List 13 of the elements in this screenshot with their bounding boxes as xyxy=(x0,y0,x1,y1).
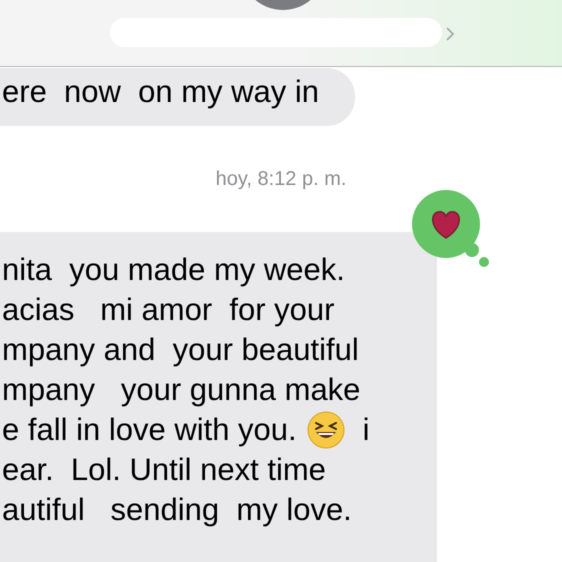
laughing-emoji-icon xyxy=(306,411,345,449)
message-text: mpany and your beautiful xyxy=(2,330,359,369)
message-text: e fall in love with you. xyxy=(2,410,297,449)
chevron-icon[interactable] xyxy=(444,26,456,42)
message-text: ear. Lol. Until next time xyxy=(2,450,326,489)
message-text: acias mi amor for your xyxy=(2,290,334,329)
message-text: autiful sending my love. xyxy=(2,490,352,529)
message-text: nita you made my week. xyxy=(2,250,345,289)
timestamp: hoy, 8:12 p. m. xyxy=(216,167,346,192)
heart-reaction-icon[interactable] xyxy=(410,188,490,268)
message-text: ere now on my way in xyxy=(2,72,320,111)
message-text: mpany your gunna make xyxy=(2,370,360,409)
message-text: i xyxy=(362,410,370,449)
